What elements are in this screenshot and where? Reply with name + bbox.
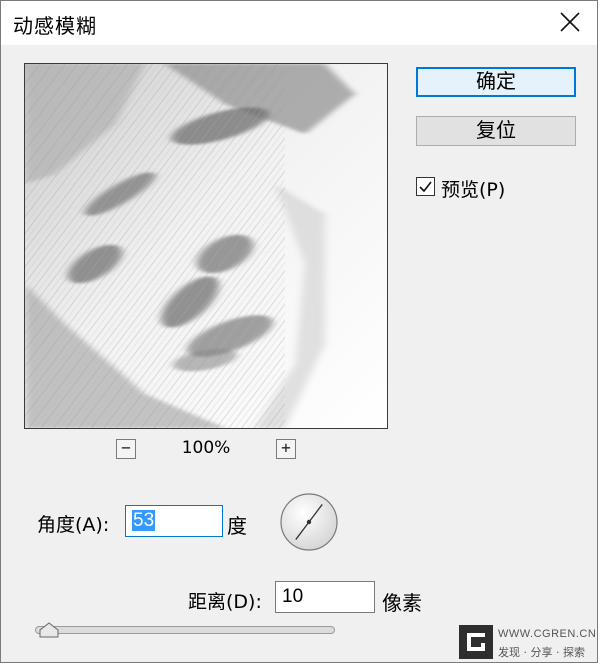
zoom-in-button[interactable]: + <box>276 439 296 459</box>
slider-thumb-icon <box>39 622 59 638</box>
watermark-site: WWW.CGREN.CN <box>498 628 597 640</box>
checkmark-icon <box>419 181 432 193</box>
cgren-logo <box>459 625 493 659</box>
zoom-level: 100% <box>181 438 231 458</box>
angle-unit: 度 <box>227 514 247 538</box>
preview-image[interactable] <box>24 63 388 429</box>
watermark-slogan: 发现 · 分享 · 探索 <box>498 646 585 659</box>
distance-slider[interactable] <box>35 626 335 634</box>
close-button[interactable] <box>551 5 589 41</box>
angle-dial[interactable] <box>279 492 339 552</box>
zoom-in-icon: + <box>281 438 291 457</box>
motion-blur-dialog: 动感模糊 − 100% + 确定 复位 预览(P) 角度(A): 53 度 距离… <box>0 0 598 663</box>
angle-value: 53 <box>132 510 156 531</box>
zoom-out-icon: − <box>121 438 131 457</box>
reset-button[interactable]: 复位 <box>416 116 576 146</box>
ok-button[interactable]: 确定 <box>416 67 576 97</box>
angle-dial-icon <box>280 493 338 551</box>
distance-label: 距离(D): <box>188 591 262 613</box>
preview-checkbox[interactable] <box>416 177 435 196</box>
distance-input[interactable]: 10 <box>275 581 375 613</box>
angle-input[interactable]: 53 <box>125 505 223 537</box>
distance-slider-thumb[interactable] <box>38 621 60 639</box>
zoom-out-button[interactable]: − <box>116 439 136 459</box>
preview-label: 预览(P) <box>441 179 506 201</box>
close-icon <box>560 12 580 32</box>
title-bar[interactable]: 动感模糊 <box>1 1 597 45</box>
distance-unit: 像素 <box>382 591 422 615</box>
angle-label: 角度(A): <box>37 514 110 536</box>
dialog-title: 动感模糊 <box>13 14 97 38</box>
